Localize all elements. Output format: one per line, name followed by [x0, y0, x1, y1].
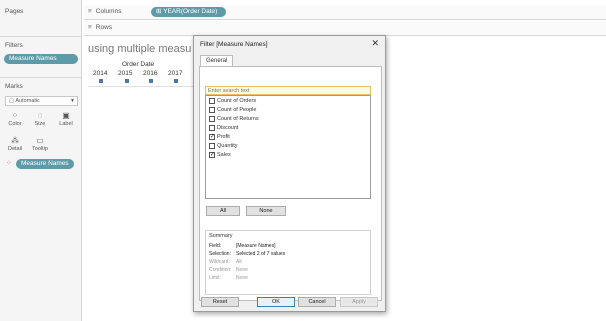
label-icon: ▣ — [62, 111, 70, 120]
detail-label: Detail — [7, 146, 23, 152]
summary-value: None — [236, 267, 248, 273]
size-icon: ◌ — [37, 111, 43, 120]
list-item-label: Count of Orders — [217, 98, 257, 104]
data-mark[interactable] — [174, 79, 178, 83]
columns-label: Columns — [95, 8, 122, 15]
color-button[interactable]: ⁘ Color — [4, 111, 26, 131]
list-item[interactable]: Count of Returns — [209, 116, 259, 124]
list-item-label: Count of People — [217, 107, 257, 113]
chevron-down-icon: ▼ — [70, 98, 75, 104]
list-item-label: Profit — [217, 134, 230, 140]
filter-pill-measure-names[interactable]: Measure Names — [4, 54, 78, 64]
list-item[interactable]: ✓ Sales — [209, 152, 231, 160]
pages-card-title: Pages — [5, 8, 24, 15]
columns-pill-label: YEAR(Order Date) — [163, 8, 218, 15]
ok-button[interactable]: OK — [257, 297, 295, 307]
column-header-order-date: Order Date — [122, 61, 155, 68]
color-shelf-icon: ⁘ — [6, 160, 12, 167]
dialog-title: Filter [Measure Names] — [200, 41, 268, 48]
color-label: Color — [8, 121, 22, 127]
checkbox[interactable]: ✓ — [209, 152, 215, 158]
list-item-label: Sales — [217, 152, 231, 158]
checkbox[interactable] — [209, 98, 215, 104]
marks-card-title: Marks — [5, 83, 23, 90]
divider — [0, 36, 82, 37]
select-none-button[interactable]: None — [246, 206, 286, 216]
list-item[interactable]: Count of People — [209, 107, 256, 115]
reset-button[interactable]: Reset — [201, 297, 239, 307]
checkbox[interactable] — [209, 116, 215, 122]
summary-key: Field: — [209, 243, 222, 249]
year-header: 2017 — [168, 70, 183, 77]
rows-shelf: ≡ Rows — [84, 21, 606, 36]
checkbox[interactable] — [209, 125, 215, 131]
summary-title: Summary — [209, 233, 233, 239]
search-input[interactable] — [205, 86, 371, 95]
cancel-button[interactable]: Cancel — [298, 297, 336, 307]
summary-value: None — [236, 275, 248, 281]
tooltip-button[interactable]: ▭ Tooltip — [29, 136, 51, 156]
mark-type-dropdown[interactable]: ▢ Automatic ▼ — [5, 96, 78, 106]
size-label: Size — [34, 121, 46, 127]
list-item[interactable]: Discount — [209, 125, 238, 133]
rows-icon: ≡ — [88, 24, 92, 31]
data-mark[interactable] — [125, 79, 129, 83]
list-item-label: Quantity — [217, 143, 238, 149]
measure-names-list[interactable]: Count of Orders Count of People Count of… — [205, 95, 371, 199]
detail-button[interactable]: ⁂ Detail — [4, 136, 26, 156]
year-header: 2016 — [143, 70, 158, 77]
year-header: 2015 — [118, 70, 133, 77]
size-button[interactable]: ◌ Size — [29, 111, 51, 131]
label-button[interactable]: ▣ Label — [55, 111, 77, 131]
rows-label: Rows — [95, 24, 113, 31]
select-all-button[interactable]: All — [206, 206, 240, 216]
checkbox[interactable]: ✓ — [209, 134, 215, 140]
label-label: Label — [59, 121, 73, 127]
list-item[interactable]: Count of Orders — [209, 98, 256, 106]
mark-type-value: Automatic — [15, 98, 40, 104]
summary-key: Condition: — [209, 267, 232, 273]
list-item-label: Discount — [217, 125, 239, 131]
tooltip-icon: ▭ — [36, 136, 44, 145]
summary-box: Summary Field: [Measure Names] Selection… — [205, 230, 371, 295]
worksheet-title: using multiple measu — [88, 43, 192, 55]
tab-general[interactable]: General — [200, 55, 234, 66]
checkbox[interactable] — [209, 143, 215, 149]
divider — [0, 77, 82, 78]
list-item-label: Count of Returns — [217, 116, 259, 122]
summary-key: Limit: — [209, 275, 221, 281]
row-divider — [88, 86, 193, 87]
list-item[interactable]: Quantity — [209, 143, 237, 151]
left-pane: Pages Filters Measure Names Marks ▢ Auto… — [0, 0, 82, 321]
close-icon[interactable]: ✕ — [371, 38, 379, 49]
checkbox[interactable] — [209, 107, 215, 113]
filters-card-title: Filters — [5, 42, 23, 49]
data-mark[interactable] — [99, 79, 103, 83]
data-mark[interactable] — [149, 79, 153, 83]
summary-value: All — [236, 259, 242, 265]
summary-value: Selected 2 of 7 values — [236, 251, 286, 257]
marks-pill-measure-names[interactable]: Measure Names — [16, 159, 74, 169]
tooltip-label: Tooltip — [32, 146, 48, 152]
columns-shelf: ≡ Columns ⊞ YEAR(Order Date) — [84, 5, 606, 20]
summary-value: [Measure Names] — [236, 243, 276, 249]
columns-pill-year-order-date[interactable]: ⊞ YEAR(Order Date) — [151, 7, 226, 17]
detail-icon: ⁂ — [11, 136, 19, 145]
apply-button[interactable]: Apply — [340, 297, 378, 307]
summary-key: Selection: — [209, 251, 231, 257]
summary-key: Wildcard: — [209, 259, 230, 265]
color-icon: ⁘ — [11, 111, 19, 120]
columns-icon: ≡ — [88, 8, 92, 15]
list-item[interactable]: ✓ Profit — [209, 134, 230, 142]
year-header: 2014 — [93, 70, 108, 77]
